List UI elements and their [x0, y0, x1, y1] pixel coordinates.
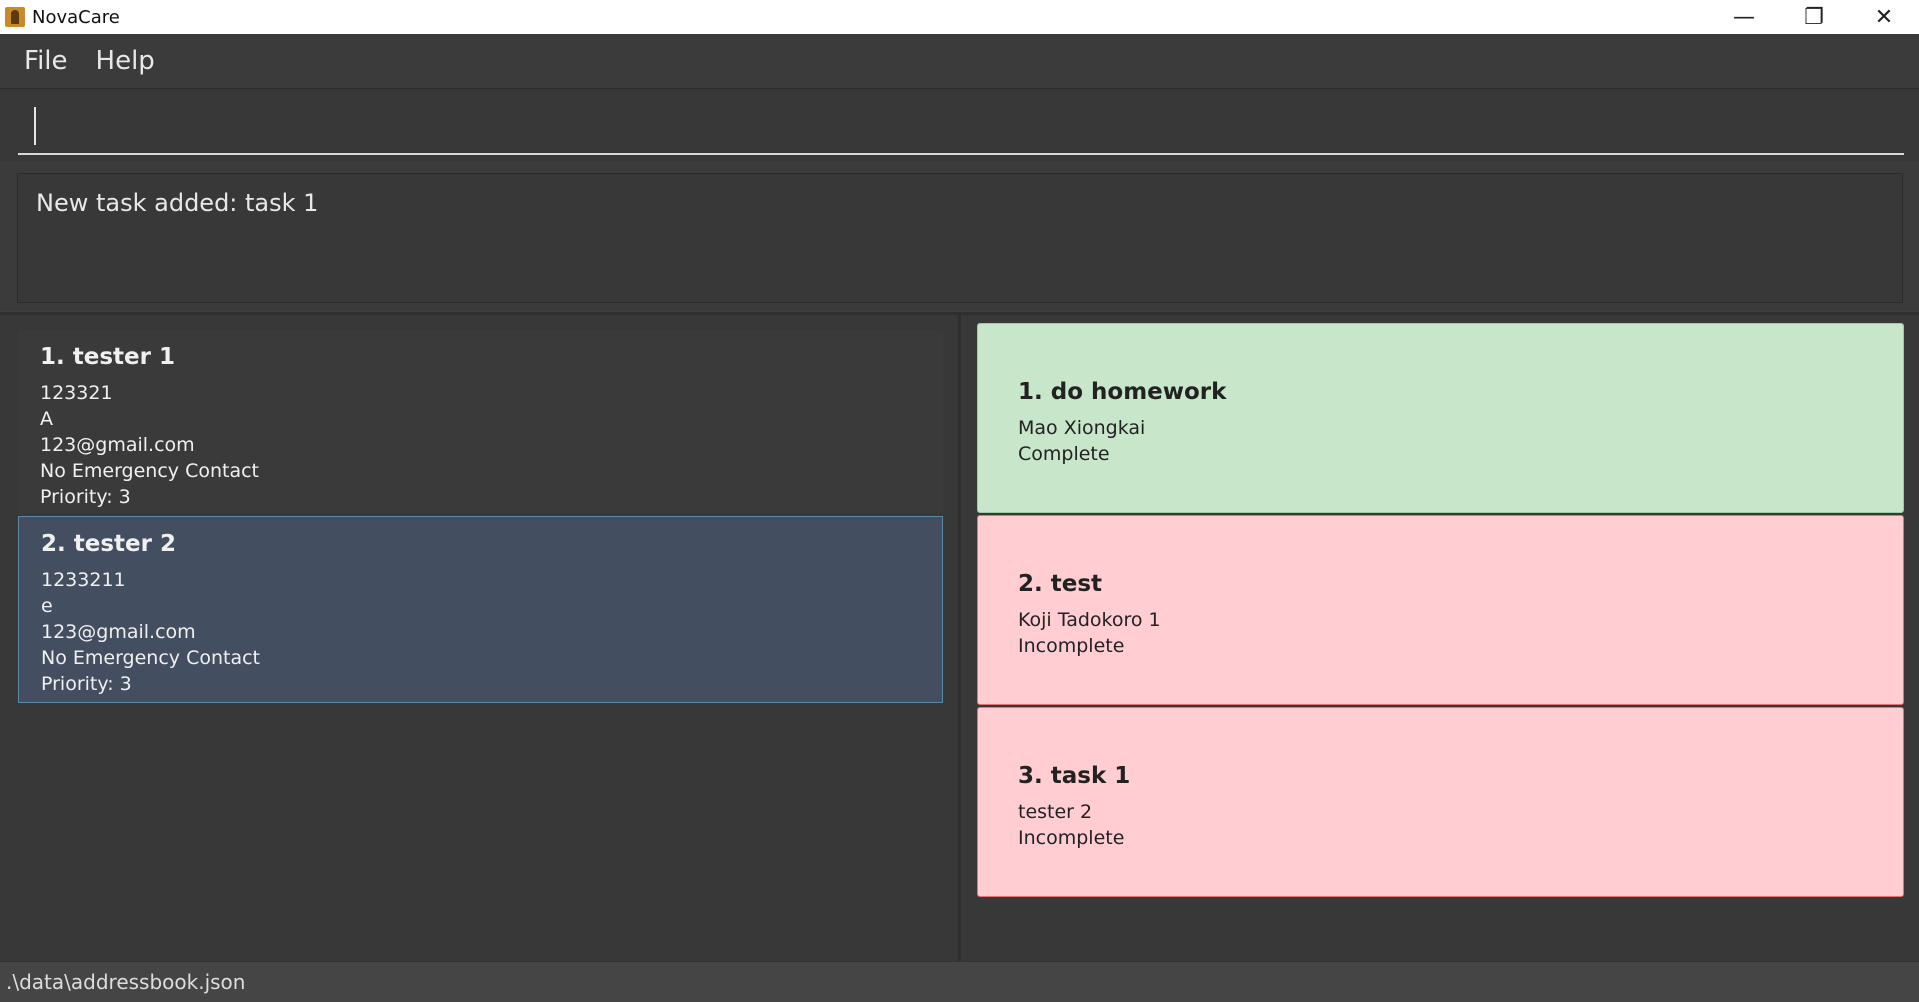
text-caret: [34, 107, 36, 145]
command-underline: [18, 153, 1904, 155]
menu-help[interactable]: Help: [84, 46, 167, 76]
app-icon: [5, 7, 25, 27]
menu-bar: File Help: [0, 34, 1919, 89]
person-card-selected[interactable]: 2. tester 2 1233211 e 123@gmail.com No E…: [18, 516, 943, 703]
task-status: Incomplete: [1018, 827, 1125, 849]
task-title: 2. test: [1018, 571, 1103, 597]
person-phone: 123321: [40, 382, 113, 404]
close-button[interactable]: ✕: [1849, 0, 1919, 34]
person-name: 1. tester 1: [40, 344, 175, 370]
person-email: 123@gmail.com: [40, 434, 195, 456]
person-emergency-contact: No Emergency Contact: [40, 460, 260, 482]
person-priority: Priority: 3: [41, 673, 132, 695]
task-person: tester 2: [1018, 801, 1093, 823]
task-status: Incomplete: [1018, 635, 1125, 657]
task-status: Complete: [1018, 443, 1110, 465]
person-address: e: [41, 595, 53, 617]
person-card[interactable]: 1. tester 1 123321 A 123@gmail.com No Em…: [18, 330, 943, 514]
status-bar: .\data\addressbook.json: [0, 961, 1919, 1002]
task-card-complete[interactable]: 1. do homework Mao Xiongkai Complete: [977, 323, 1904, 513]
task-person: Mao Xiongkai: [1018, 417, 1146, 439]
minimize-button[interactable]: —: [1709, 0, 1779, 34]
person-emergency-contact: No Emergency Contact: [41, 647, 261, 669]
person-phone: 1233211: [41, 569, 126, 591]
command-input[interactable]: [18, 89, 1904, 155]
result-display: New task added: task 1: [17, 173, 1903, 303]
menu-file[interactable]: File: [12, 46, 80, 76]
title-bar: NovaCare — ❐ ✕: [0, 0, 1919, 34]
person-priority: Priority: 3: [40, 486, 131, 508]
task-person: Koji Tadokoro 1: [1018, 609, 1161, 631]
window-controls: — ❐ ✕: [1709, 0, 1919, 34]
save-file-path: .\data\addressbook.json: [6, 970, 246, 994]
task-title: 1. do homework: [1018, 379, 1227, 405]
task-card-incomplete[interactable]: 3. task 1 tester 2 Incomplete: [977, 707, 1904, 897]
result-message: New task added: task 1: [36, 189, 319, 217]
restore-button[interactable]: ❐: [1779, 0, 1849, 34]
person-address: A: [40, 408, 53, 430]
person-email: 123@gmail.com: [41, 621, 196, 643]
task-card-incomplete[interactable]: 2. test Koji Tadokoro 1 Incomplete: [977, 515, 1904, 705]
person-name: 2. tester 2: [41, 531, 176, 557]
task-title: 3. task 1: [1018, 763, 1131, 789]
window-title: NovaCare: [32, 6, 120, 28]
